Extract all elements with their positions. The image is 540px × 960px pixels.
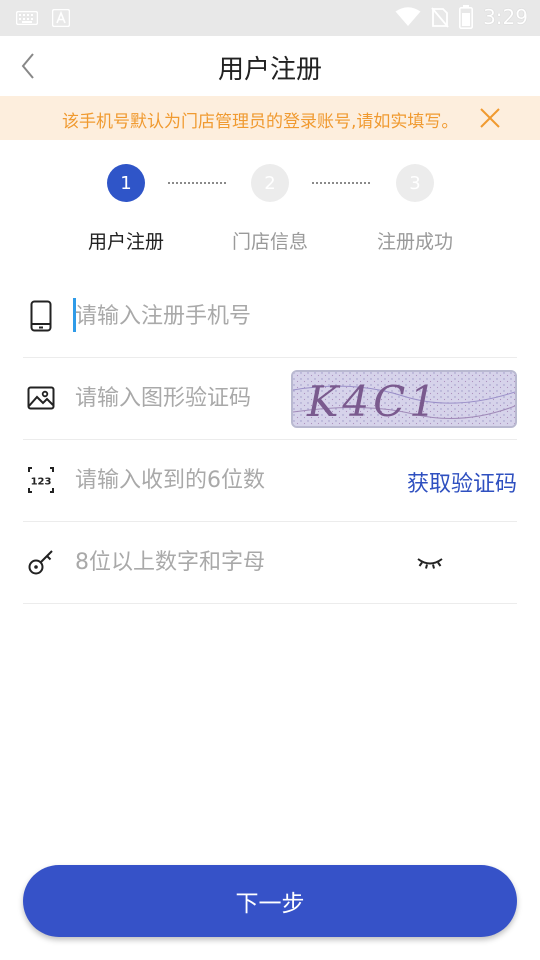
keyboard-icon	[16, 11, 38, 25]
captcha-input[interactable]	[75, 378, 285, 418]
sms-code-input[interactable]	[75, 460, 375, 500]
numeric-code-icon: 123	[25, 464, 57, 496]
wifi-icon	[395, 7, 421, 27]
step-3-label: 注册成功	[376, 231, 453, 253]
step-connector	[312, 182, 370, 184]
battery-icon	[459, 5, 474, 29]
status-left-icons	[16, 9, 70, 27]
step-1-label: 用户注册	[87, 231, 164, 253]
password-row	[23, 522, 517, 604]
notice-banner: 该手机号默认为门店管理员的登录账号,请如实填写。	[0, 96, 540, 140]
registration-steps: 1 2 3 用户注册 门店信息 注册成功	[0, 160, 540, 260]
status-time: 3:29	[483, 5, 528, 29]
page-title: 用户注册	[217, 55, 322, 85]
sms-code-row: 123 获取验证码	[23, 440, 517, 522]
phone-icon	[25, 300, 57, 332]
next-step-button[interactable]: 下一步	[23, 865, 517, 937]
captcha-row: K4C1	[23, 358, 517, 440]
status-right-icons: 3:29	[395, 5, 528, 29]
step-1-circle: 1	[107, 164, 145, 202]
no-sim-icon	[431, 6, 449, 28]
step-2-circle: 2	[251, 164, 289, 202]
phone-input[interactable]	[75, 296, 495, 336]
captcha-text: K4C1	[306, 377, 440, 426]
step-2-label: 门店信息	[231, 231, 308, 253]
image-icon	[25, 382, 57, 414]
notice-text: 该手机号默认为门店管理员的登录账号,请如实填写。	[62, 112, 459, 132]
password-input[interactable]	[75, 542, 395, 582]
close-icon	[480, 108, 500, 128]
nav-bar: 用户注册	[0, 36, 540, 96]
captcha-image[interactable]: K4C1	[291, 370, 517, 428]
svg-text:123: 123	[31, 477, 52, 488]
app-notification-icon	[52, 9, 70, 27]
status-bar: 3:29	[0, 0, 540, 36]
step-connector	[168, 182, 226, 184]
notice-close-button[interactable]	[476, 104, 504, 132]
get-code-button[interactable]: 获取验证码	[407, 466, 517, 498]
phone-row	[23, 276, 517, 358]
step-3-circle: 3	[396, 164, 434, 202]
eye-closed-icon[interactable]	[415, 550, 445, 576]
key-icon	[25, 546, 57, 578]
